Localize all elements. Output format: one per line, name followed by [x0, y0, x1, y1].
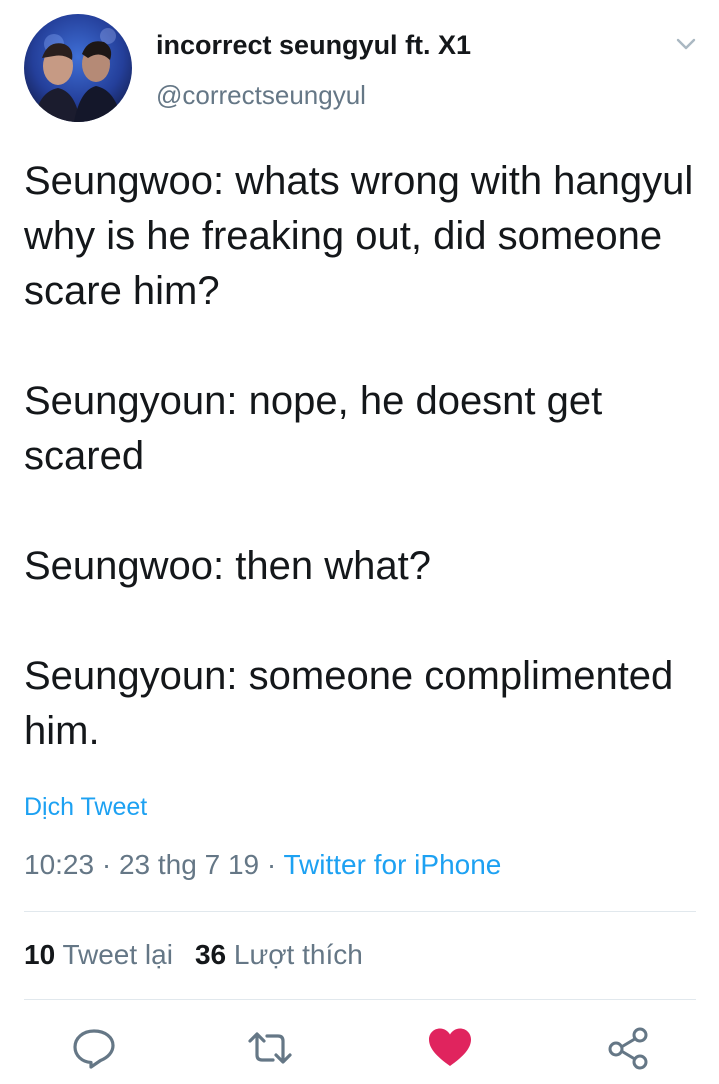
avatar[interactable] [24, 14, 132, 122]
tweet-source-link[interactable]: Twitter for iPhone [283, 849, 501, 880]
tweet-paragraph: Seungyoun: someone complimented him. [24, 654, 674, 753]
likes-stat[interactable]: 36 Lượt thích [195, 939, 363, 970]
tweet-stats: 10 Tweet lại 36 Lượt thích [24, 939, 363, 971]
divider [24, 911, 696, 912]
likes-label: Lượt thích [233, 939, 363, 970]
tweet-paragraph: Seungyoun: nope, he doesnt get scared [24, 379, 603, 478]
meta-separator: · [94, 849, 119, 880]
chevron-down-icon[interactable] [672, 32, 700, 56]
tweet-time: 10:23 [24, 849, 95, 880]
divider [24, 999, 696, 1000]
heart-icon[interactable] [426, 1025, 474, 1071]
retweets-count: 10 [24, 939, 56, 970]
tweet-paragraph: Seungwoo: then what? [24, 544, 431, 588]
meta-separator: · [259, 849, 284, 880]
retweets-label: Tweet lại [62, 939, 173, 970]
retweet-icon[interactable] [246, 1025, 294, 1071]
share-icon[interactable] [604, 1025, 652, 1071]
retweets-stat[interactable]: 10 Tweet lại [24, 939, 173, 970]
display-name[interactable]: incorrect seungyul ft. X1 [156, 30, 471, 61]
tweet-text: Seungwoo: whats wrong with hangyul why i… [24, 154, 704, 759]
tweet-paragraph: Seungwoo: whats wrong with hangyul why i… [24, 159, 694, 313]
reply-icon[interactable] [70, 1025, 118, 1071]
likes-count: 36 [194, 939, 227, 970]
tweet-date: 23 thg 7 19 [118, 849, 260, 880]
translate-tweet-link[interactable]: Dịch Tweet [24, 793, 147, 822]
user-handle[interactable]: @correctseungyul [156, 80, 366, 111]
tweet-meta: 10:23 · 23 thg 7 19 · Twitter for iPhone [24, 849, 501, 881]
